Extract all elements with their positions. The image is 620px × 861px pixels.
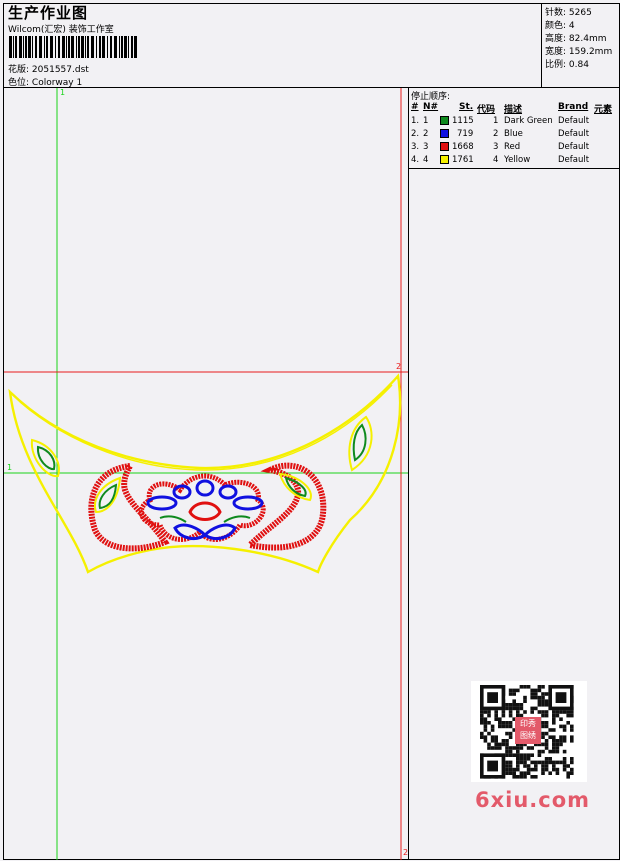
qr-code: 印秀 图绣 (471, 681, 587, 782)
guide-marker-v-red: 2 (403, 848, 409, 857)
watermark-text: 6xiu.com (475, 788, 591, 812)
guide-marker-v-green: 1 (60, 88, 66, 97)
watermark-stamp: 印秀 图绣 (515, 717, 541, 744)
guide-marker-h-red: 2 (396, 362, 402, 371)
right-leaf (348, 415, 373, 472)
guide-marker-h-green: 1 (7, 463, 13, 472)
central-flower (138, 473, 266, 542)
